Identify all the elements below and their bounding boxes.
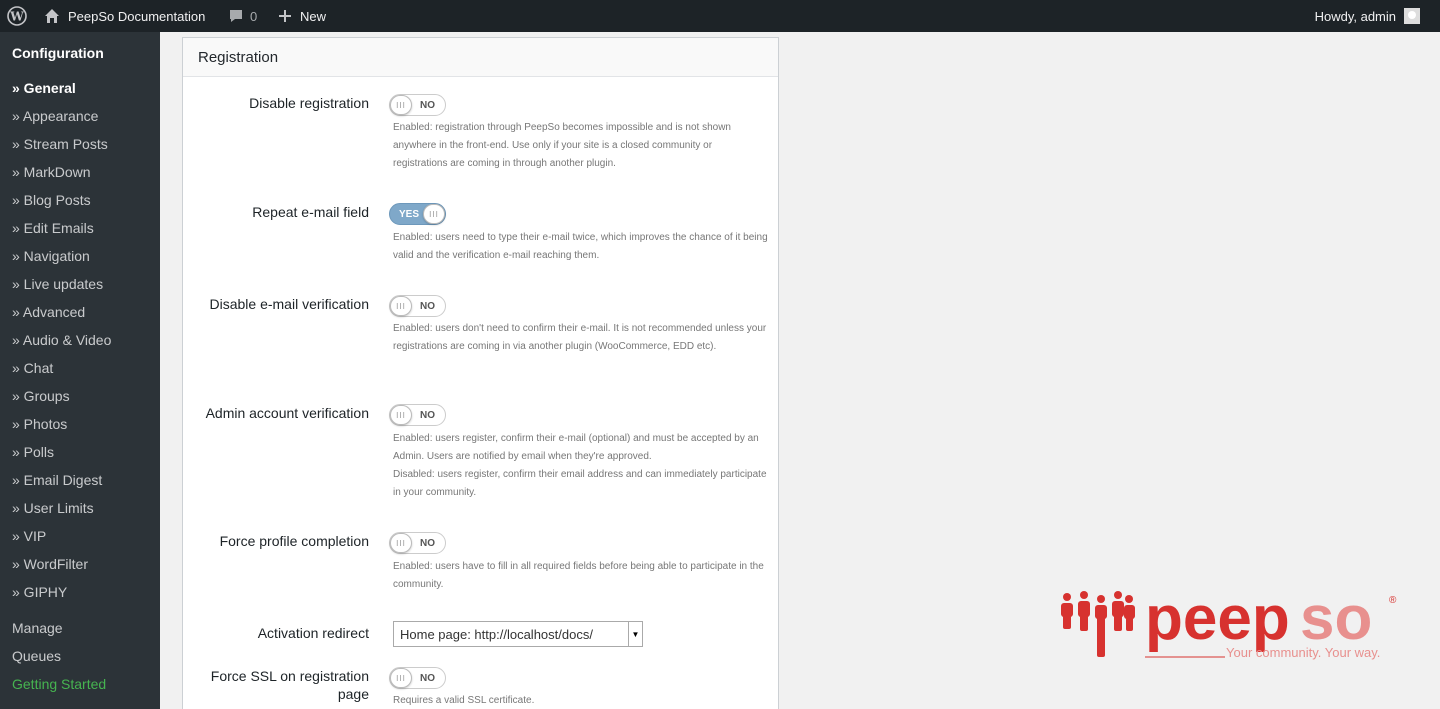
toggle-knob: III — [390, 405, 412, 425]
my-account-link[interactable]: Howdy, admin — [1315, 0, 1420, 32]
sidebar-item-markdown[interactable]: » MarkDown — [12, 162, 91, 182]
sidebar-item-stream-posts[interactable]: » Stream Posts — [12, 134, 108, 154]
sidebar-item-queues[interactable]: Queues — [12, 646, 61, 666]
repeat-email-toggle[interactable]: YES III — [389, 203, 446, 225]
force-ssl-toggle[interactable]: III NO — [389, 667, 446, 689]
setting-label: Force profile completion — [219, 533, 369, 549]
setting-description: Enabled: registration through PeepSo bec… — [393, 122, 731, 169]
sidebar-item-blog-posts[interactable]: » Blog Posts — [12, 190, 91, 210]
setting-description: Requires a valid SSL certificate. — [393, 695, 535, 706]
setting-label: Disable e-mail verification — [209, 296, 369, 312]
sidebar-item-live-updates[interactable]: » Live updates — [12, 274, 103, 294]
sidebar-item-audio-video[interactable]: » Audio & Video — [12, 330, 111, 350]
sidebar-item-getting-started[interactable]: Getting Started — [12, 674, 106, 694]
toggle-state: NO — [420, 300, 435, 312]
config-sidebar: Configuration » General » Appearance » S… — [0, 32, 160, 709]
setting-label: Activation redirect — [257, 625, 369, 641]
toggle-state: NO — [420, 99, 435, 111]
home-icon — [45, 9, 59, 23]
sidebar-item-polls[interactable]: » Polls — [12, 442, 54, 462]
howdy-text: Howdy, admin — [1314, 8, 1396, 24]
toggle-state: NO — [420, 409, 435, 421]
logo-word-so: so — [1300, 589, 1372, 653]
toggle-knob: III — [423, 204, 445, 224]
toggle-knob: III — [390, 296, 412, 316]
site-name-link[interactable]: PeepSo Documentation — [44, 0, 205, 32]
toggle-state: YES — [399, 208, 420, 220]
admin-bar: W PeepSo Documentation 0 New Howdy, admi… — [0, 0, 1440, 32]
panel-title: Registration — [183, 38, 778, 77]
comments-link[interactable]: 0 — [228, 0, 257, 32]
peepso-logo: peep so ® Your community. Your way. — [1055, 584, 1400, 664]
toggle-knob: III — [390, 533, 412, 553]
comment-icon — [230, 10, 242, 22]
select-value: Home page: http://localhost/docs/ — [400, 627, 593, 642]
plus-icon — [279, 10, 291, 22]
setting-description: Enabled: users register, confirm their e… — [393, 433, 759, 462]
site-name: PeepSo Documentation — [68, 8, 206, 24]
setting-label: Admin account verification — [205, 405, 369, 421]
sidebar-title: Configuration — [12, 45, 104, 61]
sidebar-item-wordfilter[interactable]: » WordFilter — [12, 554, 88, 574]
wordpress-logo-icon[interactable]: W — [7, 0, 27, 32]
sidebar-item-vip[interactable]: » VIP — [12, 526, 46, 546]
admin-account-verification-toggle[interactable]: III NO — [389, 404, 446, 426]
new-content-link[interactable]: New — [278, 0, 326, 32]
setting-label: Force SSL on registration page — [210, 668, 369, 702]
force-profile-completion-toggle[interactable]: III NO — [389, 532, 446, 554]
toggle-knob: III — [390, 95, 412, 115]
sidebar-item-groups[interactable]: » Groups — [12, 386, 70, 406]
logo-word-peep: peep — [1145, 589, 1290, 653]
avatar — [1404, 8, 1420, 24]
chevron-down-icon: ▼ — [628, 622, 642, 646]
toggle-state: NO — [420, 672, 435, 684]
new-label: New — [300, 8, 327, 24]
svg-text:W: W — [9, 10, 24, 24]
setting-description-disabled: Disabled: users register, confirm their … — [393, 469, 767, 498]
setting-description: Enabled: users don't need to confirm the… — [393, 323, 767, 352]
sidebar-item-advanced[interactable]: » Advanced — [12, 302, 85, 322]
toggle-knob: III — [390, 668, 412, 688]
disable-email-verification-toggle[interactable]: III NO — [389, 295, 446, 317]
disable-registration-toggle[interactable]: III NO — [389, 94, 446, 116]
sidebar-item-edit-emails[interactable]: » Edit Emails — [12, 218, 94, 238]
sidebar-item-manage[interactable]: Manage — [12, 618, 63, 638]
comments-count: 0 — [250, 8, 258, 24]
registered-mark: ® — [1389, 595, 1397, 606]
toggle-state: NO — [420, 537, 435, 549]
registration-panel: Registration Disable registration III NO… — [182, 37, 779, 709]
setting-label: Disable registration — [249, 95, 369, 111]
sidebar-item-appearance[interactable]: » Appearance — [12, 106, 98, 126]
sidebar-item-giphy[interactable]: » GIPHY — [12, 582, 67, 602]
logo-tagline: Your community. Your way. — [1226, 645, 1380, 660]
sidebar-item-general[interactable]: » General — [12, 78, 76, 98]
sidebar-item-email-digest[interactable]: » Email Digest — [12, 470, 102, 490]
sidebar-item-photos[interactable]: » Photos — [12, 414, 67, 434]
activation-redirect-select[interactable]: Home page: http://localhost/docs/ ▼ — [393, 621, 643, 647]
setting-label: Repeat e-mail field — [252, 204, 369, 220]
sidebar-item-user-limits[interactable]: » User Limits — [12, 498, 94, 518]
sidebar-item-navigation[interactable]: » Navigation — [12, 246, 90, 266]
setting-description: Enabled: users need to type their e-mail… — [393, 232, 768, 261]
setting-description: Enabled: users have to fill in all requi… — [393, 561, 764, 590]
sidebar-item-chat[interactable]: » Chat — [12, 358, 53, 378]
people-icon — [1061, 591, 1135, 657]
